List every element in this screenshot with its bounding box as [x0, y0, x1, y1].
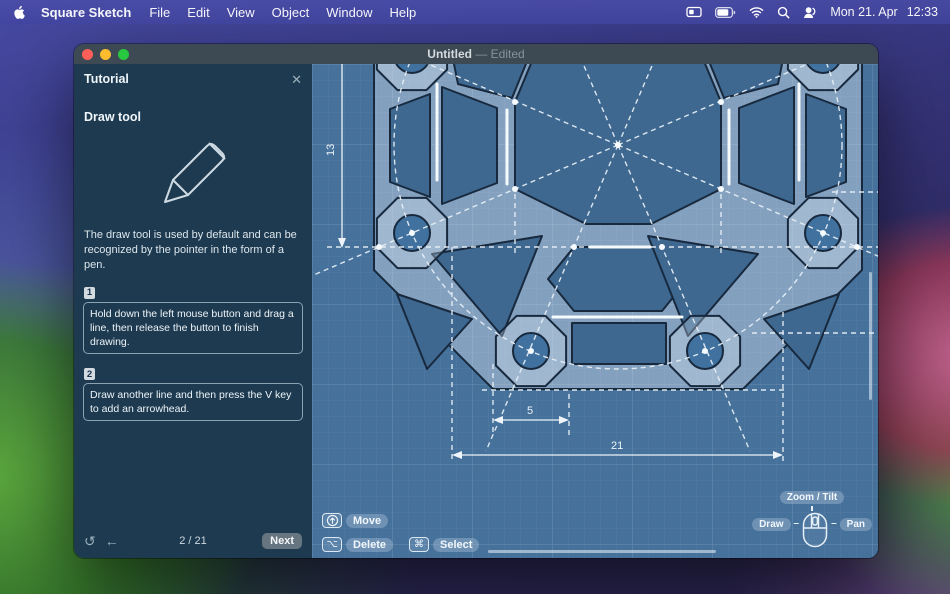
window-title: Untitled — Edited: [74, 47, 878, 61]
edited-badge: Edited: [490, 47, 525, 61]
move-hint: Move: [322, 513, 389, 528]
move-hint-label: Move: [346, 513, 389, 528]
vertical-scrollbar[interactable]: [869, 272, 872, 400]
menu-edit[interactable]: Edit: [187, 5, 209, 20]
select-hint-label: Select: [433, 537, 480, 552]
legend-dash-left: –: [793, 518, 800, 529]
app-window: Untitled — Edited Tutorial ✕ Draw tool T…: [74, 44, 878, 558]
menu-window[interactable]: Window: [326, 5, 372, 20]
menu-clock[interactable]: Mon 21. Apr 12:33: [830, 5, 938, 19]
menu-status-area: Mon 21. Apr 12:33: [686, 5, 938, 19]
user-switch-icon[interactable]: [803, 6, 817, 19]
delete-select-hints: ⌥ Delete ⌘ Select: [322, 537, 480, 552]
pan-label: Pan: [839, 518, 872, 531]
close-tutorial-icon[interactable]: ✕: [291, 73, 302, 86]
step-1-number: 1: [84, 286, 95, 299]
menu-date: Mon 21. Apr: [830, 5, 898, 19]
option-key-icon: ⌥: [322, 537, 342, 552]
tutorial-title: Tutorial: [84, 72, 129, 86]
menu-help[interactable]: Help: [389, 5, 416, 20]
step-2-number: 2: [84, 368, 95, 381]
document-title: Untitled: [427, 47, 472, 61]
blueprint-drawing[interactable]: 13 5 21: [312, 64, 878, 558]
legend-dash-right: –: [831, 518, 837, 529]
step-1-box: Hold down the left mouse button and drag…: [83, 301, 303, 355]
tutorial-heading: Draw tool: [84, 110, 141, 124]
title-separator: —: [475, 47, 488, 61]
tutorial-panel: Tutorial ✕ Draw tool The draw tool is us…: [74, 64, 312, 558]
delete-hint-label: Delete: [346, 537, 394, 552]
wifi-icon[interactable]: [749, 6, 764, 18]
command-key-icon: ⌘: [409, 537, 430, 552]
mouse-legend: Zoom / Tilt Draw – – Pan: [752, 491, 872, 548]
scroll-wheel-icon: [322, 513, 342, 528]
active-app-name[interactable]: Square Sketch: [41, 5, 131, 20]
zoom-tilt-label: Zoom / Tilt: [779, 491, 845, 504]
drawing-canvas[interactable]: 13 5 21 Move ⌥ Delete ⌘ Select Zoom / Ti…: [312, 64, 878, 558]
pencil-illustration-icon: [164, 142, 226, 203]
dimension-5-label: 5: [527, 405, 533, 417]
dimension-21-label: 21: [611, 440, 623, 452]
menu-view[interactable]: View: [227, 5, 255, 20]
menu-file[interactable]: File: [149, 5, 170, 20]
step-2-box: Draw another line and then press the V k…: [83, 383, 303, 422]
tutorial-body-text: The draw tool is used by default and can…: [84, 229, 297, 271]
window-titlebar[interactable]: Untitled — Edited: [74, 44, 878, 64]
keyboard-icon[interactable]: [686, 6, 702, 18]
menu-object[interactable]: Object: [272, 5, 310, 20]
menu-time: 12:33: [906, 5, 938, 19]
battery-icon[interactable]: [715, 6, 736, 18]
horizontal-scrollbar[interactable]: [488, 550, 716, 553]
search-icon[interactable]: [777, 6, 790, 19]
desktop: Square Sketch File Edit View Object Wind…: [0, 0, 950, 594]
legend-connector: [811, 506, 813, 511]
next-button[interactable]: Next: [262, 533, 302, 549]
mouse-icon: [802, 512, 828, 548]
draw-label: Draw: [752, 518, 791, 531]
dimension-13-label: 13: [325, 144, 337, 156]
apple-menu-icon[interactable]: [12, 5, 25, 20]
menu-bar: Square Sketch File Edit View Object Wind…: [0, 0, 950, 24]
